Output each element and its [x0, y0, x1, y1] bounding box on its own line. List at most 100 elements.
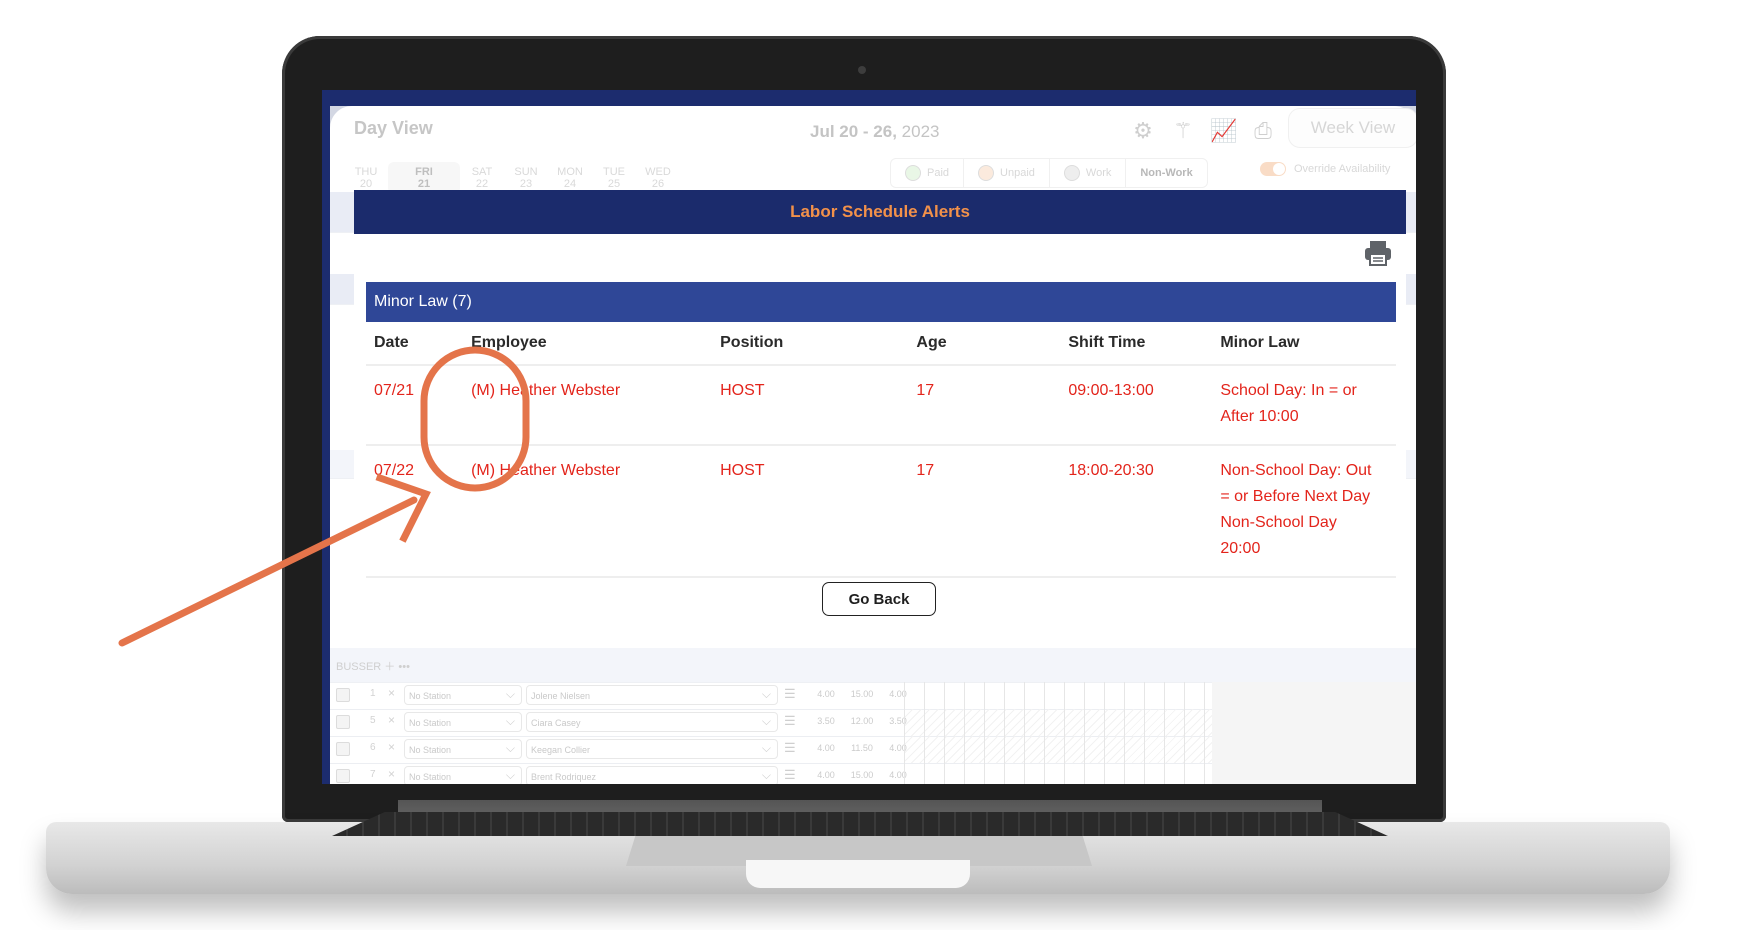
timeline-cells[interactable]	[904, 682, 1212, 709]
view-title: Day View	[354, 118, 433, 138]
chart-icon[interactable]: 📈	[1210, 118, 1237, 144]
day-of-week: SAT	[471, 166, 493, 178]
cell-position: HOST	[712, 445, 909, 578]
employee-select[interactable]: Jolene Nielsen	[526, 684, 778, 705]
scheduler-app: Day View Jul 20 - 26, 2023 ⚙ ⚚ 📈 ⎙ Week …	[330, 106, 1416, 784]
schedule-row[interactable]: 1×No StationJolene Nielsen☰4.0015.004.00	[330, 682, 1416, 710]
legend-non-work[interactable]: Non-Work	[1126, 159, 1206, 187]
printer-icon[interactable]: ⎙	[1250, 118, 1276, 144]
day-of-week: THU	[354, 166, 378, 178]
date-range: Jul 20 - 26, 2023	[810, 122, 939, 142]
row-number: 6	[370, 742, 376, 753]
schedule-row[interactable]: 7×No StationBrent Rodriquez☰4.0015.004.0…	[330, 763, 1416, 784]
legend-unpaid[interactable]: Unpaid	[964, 159, 1050, 187]
day-of-week: SUN	[514, 166, 538, 178]
legend-paid[interactable]: Paid	[891, 159, 965, 187]
employee-select[interactable]: Brent Rodriquez	[526, 765, 778, 784]
unpaid-dot-icon	[978, 165, 995, 181]
rate-value: 15.00	[850, 770, 874, 780]
row-number: 5	[370, 715, 376, 726]
day-number: 25	[607, 178, 621, 190]
sliders-icon[interactable]: ☰	[784, 713, 796, 729]
override-toggle[interactable]	[1260, 162, 1286, 176]
legend-label: Work	[1085, 167, 1112, 179]
magic-wand-icon[interactable]: ⚚	[1170, 118, 1196, 144]
legend-label: Non-Work	[1140, 167, 1193, 179]
laptop-notch	[746, 860, 970, 888]
rate-value: 11.50	[851, 743, 873, 753]
timeline-cells[interactable]	[904, 736, 1212, 763]
minor-law-section-header[interactable]: Minor Law (7)	[366, 282, 1396, 322]
cell-date: 07/22	[366, 445, 464, 578]
copy-icon[interactable]	[336, 742, 350, 756]
week-view-button[interactable]: Week View	[1288, 108, 1416, 148]
cell-employee: (M) Heather Webster	[463, 445, 713, 578]
labor-alerts-modal: Labor Schedule Alerts Minor Law (7) Date…	[354, 190, 1406, 624]
day-number: 21	[417, 178, 431, 190]
remove-icon[interactable]: ×	[388, 713, 395, 727]
cell-minor-law: Non-School Day: Out = or Before Next Day…	[1212, 445, 1396, 578]
alerts-table: Date Employee Position Age Shift Time Mi…	[366, 322, 1396, 578]
paid-dot-icon	[905, 165, 921, 181]
col-minor-law: Minor Law	[1212, 322, 1396, 366]
day-number: 24	[563, 178, 577, 190]
table-row[interactable]: 07/21 (M) Heather Webster HOST 17 09:00-…	[366, 365, 1396, 446]
sliders-icon[interactable]: ☰	[784, 686, 796, 702]
row-number: 1	[370, 688, 376, 699]
timeline-cells[interactable]	[904, 709, 1212, 736]
remove-icon[interactable]: ×	[388, 740, 395, 754]
remove-icon[interactable]: ×	[388, 686, 395, 700]
col-shift-time: Shift Time	[1060, 322, 1213, 366]
date-range-year: 2023	[896, 122, 940, 141]
unavailable-area	[1212, 736, 1416, 763]
station-select[interactable]: No Station	[404, 738, 522, 759]
day-of-week: MON	[557, 166, 583, 178]
legend-work[interactable]: Work	[1050, 159, 1127, 187]
day-number: 22	[475, 178, 489, 190]
copy-icon[interactable]	[336, 688, 350, 702]
schedule-row[interactable]: 6×No StationKeegan Collier☰4.0011.504.00	[330, 736, 1416, 764]
col-employee: Employee	[463, 322, 713, 366]
rate-value: 15.00	[850, 689, 874, 699]
unavailable-area	[1212, 763, 1416, 784]
employee-select[interactable]: Ciara Casey	[526, 711, 778, 732]
copy-icon[interactable]	[336, 715, 350, 729]
section-label: BUSSER ＋ •••	[336, 661, 410, 673]
col-date: Date	[366, 322, 464, 366]
timeline-cells[interactable]	[904, 763, 1212, 784]
work-dot-icon	[1063, 165, 1080, 181]
hours-value: 3.50	[817, 716, 835, 726]
day-view-panel: Day View Jul 20 - 26, 2023 ⚙ ⚚ 📈 ⎙ Week …	[330, 106, 1416, 784]
employee-select[interactable]: Keegan Collier	[526, 738, 778, 759]
override-availability: Override Availability	[1260, 162, 1390, 176]
col-age: Age	[908, 322, 1061, 366]
shift-type-legend: Paid Unpaid Work Non-Work	[890, 158, 1208, 188]
cell-age: 17	[908, 445, 1061, 578]
copy-icon[interactable]	[336, 769, 350, 783]
cell-age: 17	[908, 365, 1061, 446]
go-back-button[interactable]: Go Back	[822, 582, 936, 616]
unavailable-area	[1212, 709, 1416, 736]
station-select[interactable]: No Station	[404, 684, 522, 705]
day-number: 26	[651, 178, 665, 190]
gear-icon[interactable]: ⚙	[1130, 118, 1156, 144]
day-of-week: WED	[645, 166, 671, 178]
sliders-icon[interactable]: ☰	[784, 740, 796, 756]
laptop-screen: Day View Jul 20 - 26, 2023 ⚙ ⚚ 📈 ⎙ Week …	[322, 90, 1416, 784]
table-row[interactable]: 07/22 (M) Heather Webster HOST 17 18:00-…	[366, 445, 1396, 578]
cell-shift-time: 18:00-20:30	[1060, 445, 1213, 578]
toolbar: ⚙ ⚚ 📈 ⎙	[1130, 118, 1276, 144]
day-of-week: TUE	[603, 166, 625, 178]
print-icon[interactable]	[1364, 240, 1392, 268]
station-select[interactable]: No Station	[404, 765, 522, 784]
sliders-icon[interactable]: ☰	[784, 767, 796, 783]
day-number: 23	[519, 178, 533, 190]
remove-icon[interactable]: ×	[388, 767, 395, 781]
station-select[interactable]: No Station	[404, 711, 522, 732]
schedule-row[interactable]: 5×No StationCiara Casey☰3.5012.003.50	[330, 709, 1416, 737]
busser-section-row: BUSSER ＋ •••	[330, 648, 1416, 683]
cell-date: 07/21	[366, 365, 464, 446]
col-position: Position	[712, 322, 909, 366]
unavailable-area	[1212, 682, 1416, 709]
table-header-row: Date Employee Position Age Shift Time Mi…	[366, 322, 1396, 366]
